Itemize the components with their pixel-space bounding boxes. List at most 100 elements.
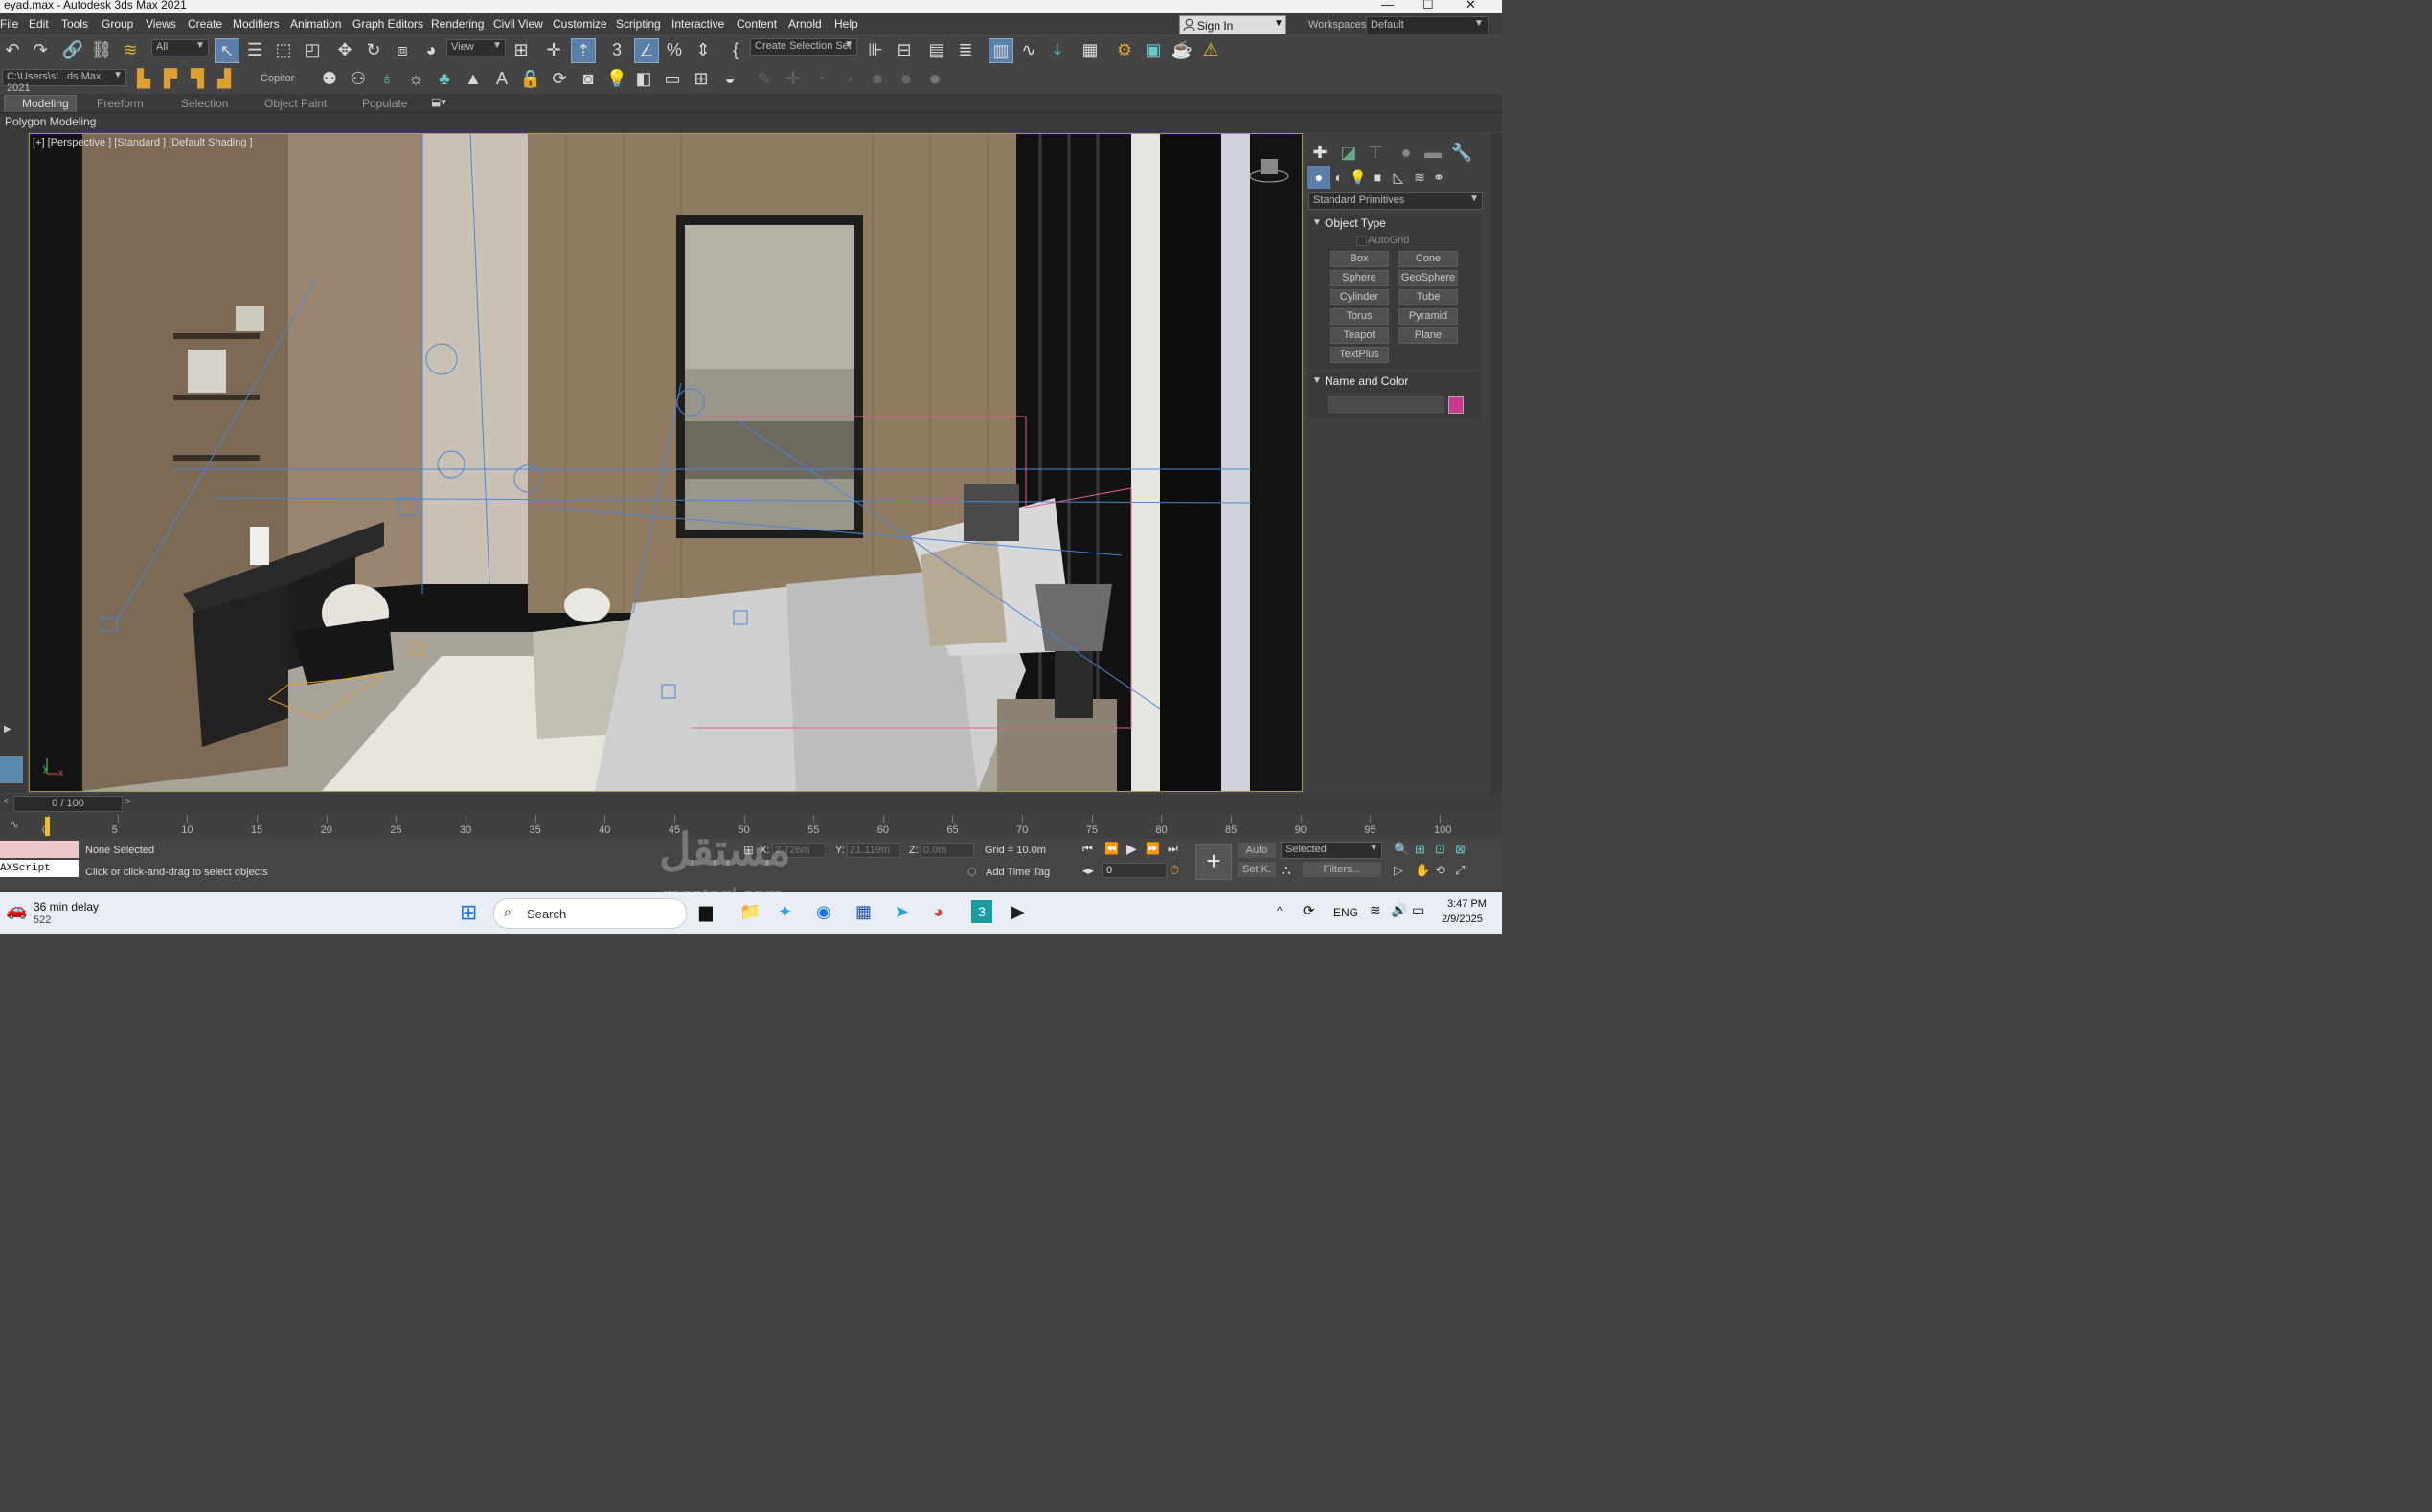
text-icon[interactable]: A bbox=[490, 67, 513, 90]
category-dropdown[interactable]: Standard Primitives ▼ bbox=[1308, 192, 1483, 210]
windows-start-icon[interactable]: ⊞ bbox=[460, 900, 477, 925]
store-icon[interactable]: ▦ bbox=[855, 902, 872, 922]
project-path-dropdown[interactable]: C:\Users\sl...ds Max 2021 ▼ bbox=[2, 69, 126, 94]
key-mode-icon[interactable]: ◂▸ bbox=[1082, 864, 1094, 877]
3dsmax-taskbar-icon[interactable]: 3 bbox=[971, 900, 992, 923]
display-tab-icon[interactable]: ▬ bbox=[1421, 141, 1444, 164]
snaps-toggle-icon[interactable]: 3 bbox=[605, 38, 628, 61]
select-by-name-icon[interactable]: ☰ bbox=[243, 38, 266, 61]
textplus-button[interactable]: TextPlus bbox=[1330, 347, 1389, 363]
edit-named-selection-icon[interactable]: { bbox=[724, 38, 747, 61]
motion-tab-icon[interactable]: ● bbox=[1395, 141, 1418, 164]
minimize-icon[interactable]: — bbox=[1381, 0, 1394, 11]
sign-in-button[interactable]: Sign In ▼ bbox=[1179, 15, 1286, 35]
safe-frame-icon[interactable]: ▭ bbox=[661, 67, 684, 90]
placement-icon[interactable]: ◕ bbox=[420, 38, 443, 61]
angle-snap-icon[interactable]: ∠ bbox=[634, 38, 659, 63]
layer-select-icon[interactable]: ▟ bbox=[213, 67, 236, 90]
warning-icon[interactable]: ⚠ bbox=[1199, 38, 1222, 61]
percent-snap-icon[interactable]: % bbox=[663, 38, 686, 61]
copilot-icon[interactable]: ✦ bbox=[778, 902, 792, 922]
object-color-swatch[interactable] bbox=[1448, 396, 1464, 414]
expand-arrow-icon[interactable]: ▶ bbox=[4, 724, 11, 734]
name-color-header[interactable]: Name and Color bbox=[1325, 374, 1408, 388]
unlink-icon[interactable]: ⛓ bbox=[90, 38, 113, 61]
car-weather-icon[interactable]: 🚗 bbox=[6, 900, 27, 920]
torus-button[interactable]: Torus bbox=[1330, 308, 1389, 325]
keyboard-shortcut-override-icon[interactable]: ⇡ bbox=[571, 38, 596, 63]
ribbon-options-icon[interactable]: ⬓▾ bbox=[431, 96, 446, 108]
menu-modifiers[interactable]: Modifiers bbox=[233, 17, 280, 31]
workspace-dropdown[interactable]: Default ▼ bbox=[1366, 16, 1489, 35]
render-setup-icon[interactable]: ⚙ bbox=[1113, 38, 1136, 61]
link-icon[interactable]: 🔗 bbox=[61, 38, 84, 61]
menu-edit[interactable]: Edit bbox=[29, 17, 49, 31]
tree-icon[interactable]: ♣ bbox=[433, 67, 456, 90]
collapse-arrow-icon[interactable]: ▼ bbox=[1312, 375, 1322, 386]
pyramid-button[interactable]: Pyramid bbox=[1398, 308, 1458, 325]
rendered-frame-window-icon[interactable]: ▣ bbox=[1142, 38, 1165, 61]
sphere-button[interactable]: Sphere bbox=[1330, 270, 1389, 286]
close-icon[interactable]: ✕ bbox=[1466, 0, 1476, 12]
select-manipulate-icon[interactable]: ✛ bbox=[542, 38, 565, 61]
curve-editor-icon[interactable]: ∿ bbox=[1017, 38, 1040, 61]
menu-content[interactable]: Content bbox=[737, 17, 777, 31]
telegram-icon[interactable]: ➤ bbox=[895, 902, 909, 922]
toggle-layer-explorer-icon[interactable]: ≣ bbox=[954, 38, 977, 61]
language-indicator[interactable]: ENG bbox=[1333, 906, 1358, 919]
file-explorer-icon[interactable]: 📁 bbox=[739, 902, 761, 922]
menu-file[interactable]: File bbox=[0, 17, 18, 31]
viewport-layout-icon[interactable]: ◧ bbox=[632, 67, 655, 90]
object-type-header[interactable]: Object Type bbox=[1325, 216, 1386, 230]
tab-populate[interactable]: Populate bbox=[362, 97, 407, 110]
tab-freeform[interactable]: Freeform bbox=[97, 97, 144, 110]
time-next-icon[interactable]: > bbox=[125, 797, 131, 807]
object-name-field[interactable] bbox=[1328, 396, 1444, 413]
zoom-extents-icon[interactable]: ⊡ bbox=[1435, 842, 1445, 857]
toggle-scene-explorer-icon[interactable]: ▤ bbox=[925, 38, 948, 61]
menu-graph-editors[interactable]: Graph Editors bbox=[352, 17, 423, 31]
menu-scripting[interactable]: Scripting bbox=[616, 17, 661, 31]
fov-icon[interactable]: ▷ bbox=[1394, 863, 1403, 878]
cameras-icon[interactable]: ■ bbox=[1366, 166, 1389, 189]
zoom-all-icon[interactable]: ⊞ bbox=[1415, 842, 1425, 857]
maximize-viewport-icon[interactable]: ⤢ bbox=[1455, 863, 1465, 878]
selection-filter-dropdown[interactable]: All ▼ bbox=[151, 39, 209, 56]
named-selection-set-dropdown[interactable]: Create Selection Set ▼ bbox=[750, 38, 857, 56]
auto-key-button[interactable]: Auto bbox=[1238, 843, 1276, 858]
rectangular-selection-icon[interactable]: ⬚ bbox=[272, 38, 295, 61]
render-production-icon[interactable]: ☕ bbox=[1171, 38, 1193, 61]
scale-icon[interactable]: ⧈ bbox=[391, 38, 414, 61]
refresh-icon[interactable]: ⟳ bbox=[548, 67, 571, 90]
media-player-icon[interactable]: ▶ bbox=[1011, 902, 1025, 922]
teapot-icon[interactable]: ◒ bbox=[718, 67, 741, 90]
menu-customize[interactable]: Customize bbox=[553, 17, 607, 31]
plane-button[interactable]: Plane bbox=[1398, 327, 1458, 344]
zoom-icon[interactable]: 🔍 bbox=[1394, 842, 1409, 857]
clock-date[interactable]: 2/9/2025 bbox=[1442, 914, 1483, 925]
bulb-icon[interactable]: 💡 bbox=[605, 67, 628, 90]
prev-frame-icon[interactable]: ⏪ bbox=[1104, 842, 1119, 855]
material-editor-icon[interactable]: ▦ bbox=[1079, 38, 1102, 61]
goto-start-icon[interactable]: ⏮ bbox=[1082, 842, 1093, 856]
menu-rendering[interactable]: Rendering bbox=[431, 17, 484, 31]
geosphere-button[interactable]: GeoSphere bbox=[1398, 270, 1458, 286]
tab-modeling-label[interactable]: Modeling bbox=[22, 97, 69, 110]
menu-animation[interactable]: Animation bbox=[290, 17, 341, 31]
create-tab-icon[interactable]: ✚ bbox=[1308, 141, 1331, 164]
volume-icon[interactable]: 🔊 bbox=[1391, 902, 1407, 918]
pan-icon[interactable]: ✋ bbox=[1415, 863, 1430, 878]
tab-object-paint[interactable]: Object Paint bbox=[264, 97, 327, 110]
crowd-icon[interactable]: ⚇ bbox=[347, 67, 370, 90]
menu-arnold[interactable]: Arnold bbox=[788, 17, 822, 31]
layer-add-icon[interactable]: ▜ bbox=[186, 67, 209, 90]
tray-chevron-icon[interactable]: ^ bbox=[1277, 904, 1283, 917]
filters-button[interactable]: Filters... bbox=[1303, 862, 1381, 877]
wifi-icon[interactable]: ≋ bbox=[1370, 902, 1381, 918]
hierarchy-tab-icon[interactable]: ⊤ bbox=[1364, 141, 1387, 164]
maxscript-listener-pink[interactable] bbox=[0, 841, 79, 858]
redo-icon[interactable]: ↷ bbox=[29, 38, 52, 61]
play-icon[interactable]: ▶ bbox=[1126, 841, 1137, 857]
scene-state-icon[interactable]: ▙ bbox=[132, 67, 155, 90]
key-filter-icon[interactable]: ⛬ bbox=[1282, 862, 1291, 878]
